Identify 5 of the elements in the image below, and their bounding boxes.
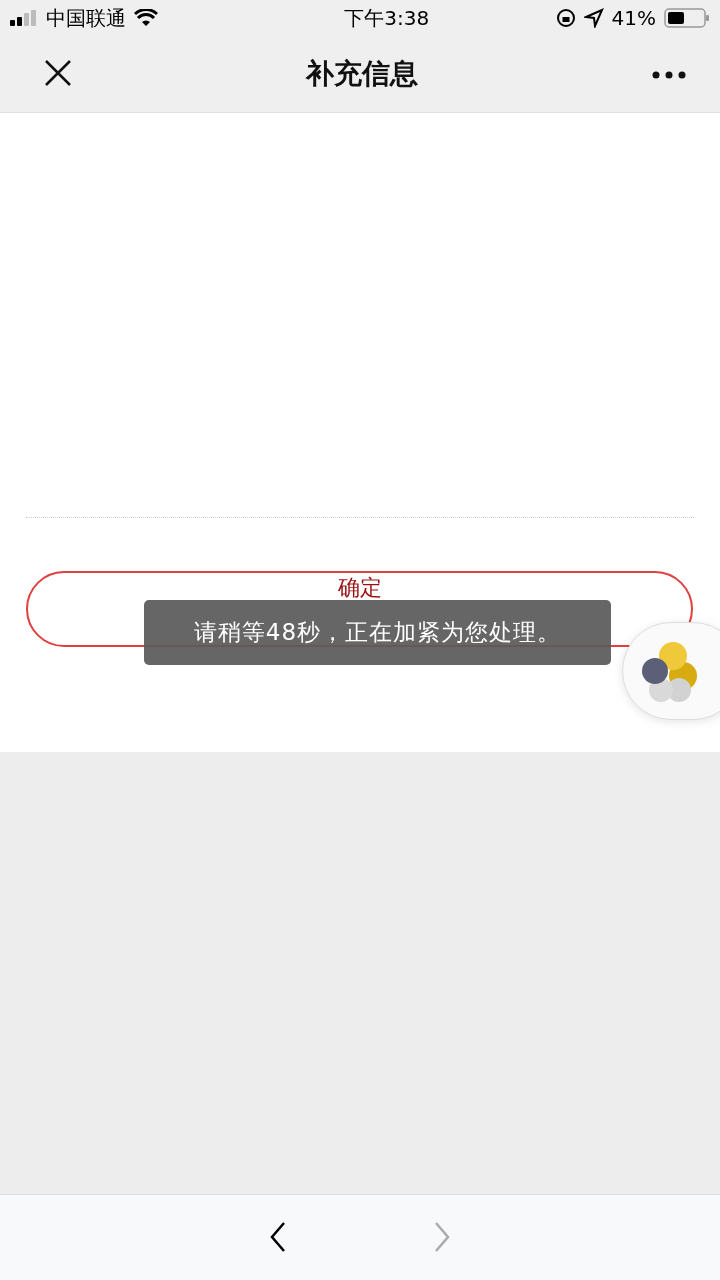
carrier-name: 中国联通 [46, 4, 126, 32]
page-title: 补充信息 [306, 56, 418, 92]
status-time: 下午3:38 [344, 4, 430, 32]
battery-percentage: 41% [611, 6, 656, 30]
wait-toast: 请稍等48秒，正在加紧为您处理。 [144, 600, 611, 665]
